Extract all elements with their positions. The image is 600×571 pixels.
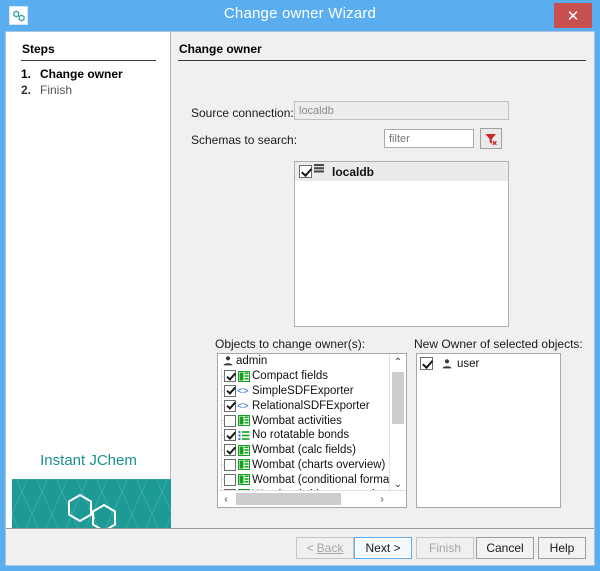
object-checkbox[interactable] (224, 370, 236, 382)
tree-row[interactable]: <> RelationalSDFExporter (218, 398, 390, 413)
owner-name: user (457, 358, 479, 370)
object-checkbox[interactable] (224, 400, 236, 412)
step-item-finish: 2.Finish (21, 83, 72, 97)
source-connection-label: Source connection: (191, 106, 294, 120)
schemas-list[interactable]: localdb (294, 161, 509, 327)
brand-name: Instant JChem (6, 452, 171, 469)
step-number: 1. (21, 67, 40, 81)
wizard-window: Change owner Wizard ✕ Steps 1.Change own… (0, 0, 600, 571)
window-body: Steps 1.Change owner 2.Finish Instant JC… (5, 31, 595, 566)
object-label: RelationalSDFExporter (252, 400, 370, 412)
step-label: Change owner (40, 67, 123, 81)
schema-filter-input[interactable] (384, 129, 474, 148)
tree-row-root[interactable]: admin (218, 354, 390, 369)
svg-text:<>: <> (237, 386, 249, 396)
objects-list-label: Objects to change owner(s): (215, 337, 365, 351)
code-brackets-icon: <> (237, 385, 251, 396)
tree-row[interactable]: <> SimpleSDFExporter (218, 384, 390, 399)
new-owner-label: New Owner of selected objects: (414, 337, 583, 351)
objects-horizontal-scrollbar[interactable]: ‹ › (218, 490, 406, 507)
object-label: Wombat (conditional forma (252, 474, 389, 486)
svg-text:<>: <> (237, 401, 249, 411)
page-title: Change owner (179, 42, 262, 56)
footer-button-bar: < Back Next > Finish Cancel Help (6, 528, 594, 565)
vertical-scroll-thumb[interactable] (392, 372, 404, 424)
object-checkbox[interactable] (224, 444, 236, 456)
grid-view-icon (237, 459, 251, 470)
object-checkbox[interactable] (224, 385, 236, 397)
new-owner-list[interactable]: user (416, 353, 561, 508)
objects-tree[interactable]: admin Compact fields < (217, 353, 407, 508)
objects-tree-viewport: admin Compact fields < (218, 354, 390, 492)
object-checkbox[interactable] (224, 429, 236, 441)
tree-root-label: admin (236, 355, 267, 367)
scroll-left-icon[interactable]: ‹ (218, 491, 234, 507)
cancel-button[interactable]: Cancel (476, 537, 534, 559)
code-brackets-icon: <> (237, 400, 251, 411)
object-checkbox[interactable] (224, 474, 236, 486)
source-connection-input[interactable] (294, 101, 509, 120)
schema-checkbox[interactable] (299, 165, 312, 178)
tree-elbow-icon (218, 458, 225, 473)
steps-heading: Steps (22, 42, 55, 56)
tree-row[interactable]: Wombat (calc fields) (218, 443, 390, 458)
objects-vertical-scrollbar[interactable]: ⌃ ⌄ (389, 354, 406, 492)
owner-checkbox[interactable] (420, 357, 433, 370)
object-checkbox[interactable] (224, 459, 236, 471)
grid-view-icon (237, 474, 251, 485)
schema-name: localdb (332, 165, 374, 179)
help-button[interactable]: Help (538, 537, 586, 559)
grid-view-icon (237, 371, 251, 382)
tree-elbow-icon (218, 369, 225, 384)
back-button-label: Back (317, 541, 344, 555)
steps-pane: Steps 1.Change owner 2.Finish Instant JC… (6, 32, 171, 528)
tree-row[interactable]: Wombat (charts overview) (218, 458, 390, 473)
list-item[interactable]: user (420, 357, 479, 370)
user-icon (221, 355, 235, 367)
object-checkbox[interactable] (224, 415, 236, 427)
object-label: Wombat (charts overview) (252, 459, 385, 471)
tree-row[interactable]: No rotatable bonds (218, 428, 390, 443)
user-icon (441, 358, 453, 370)
tree-elbow-icon (218, 413, 225, 428)
object-label: No rotatable bonds (252, 429, 349, 441)
back-button[interactable]: < Back (296, 537, 354, 559)
steps-divider (21, 60, 156, 61)
scrollbar-corner (390, 491, 406, 507)
close-icon[interactable]: ✕ (554, 3, 592, 28)
scroll-up-icon[interactable]: ⌃ (390, 354, 406, 370)
tree-elbow-icon (218, 443, 225, 458)
list-item[interactable]: localdb (295, 162, 508, 181)
tree-elbow-icon (218, 472, 225, 487)
object-label: Wombat (calc fields) (252, 444, 356, 456)
tree-elbow-icon (218, 428, 225, 443)
grid-view-icon (237, 415, 251, 426)
tree-elbow-icon (218, 398, 225, 413)
step-item-change-owner: 1.Change owner (21, 67, 123, 81)
object-label: Wombat activities (252, 415, 342, 427)
tree-elbow-icon (218, 384, 225, 399)
title-bar: Change owner Wizard ✕ (0, 0, 600, 31)
tree-row[interactable]: Wombat activities (218, 413, 390, 428)
database-stack-icon (312, 162, 326, 181)
grid-view-icon (237, 445, 251, 456)
content-pane: Change owner Source connection: Schemas … (171, 32, 594, 528)
object-label: Compact fields (252, 370, 328, 382)
scroll-right-icon[interactable]: › (374, 491, 390, 507)
step-number: 2. (21, 83, 40, 97)
tree-row[interactable]: Compact fields (218, 369, 390, 384)
schemas-to-search-label: Schemas to search: (191, 133, 297, 147)
window-title: Change owner Wizard (0, 5, 600, 22)
clear-filter-icon[interactable] (480, 128, 502, 149)
object-label: SimpleSDFExporter (252, 385, 354, 397)
step-label: Finish (40, 83, 72, 97)
list-view-icon (237, 430, 251, 441)
tree-row[interactable]: Wombat (conditional forma (218, 472, 390, 487)
horizontal-scroll-thumb[interactable] (236, 493, 341, 505)
next-button[interactable]: Next > (354, 537, 412, 559)
finish-button[interactable]: Finish (416, 537, 474, 559)
page-title-divider (178, 60, 586, 61)
